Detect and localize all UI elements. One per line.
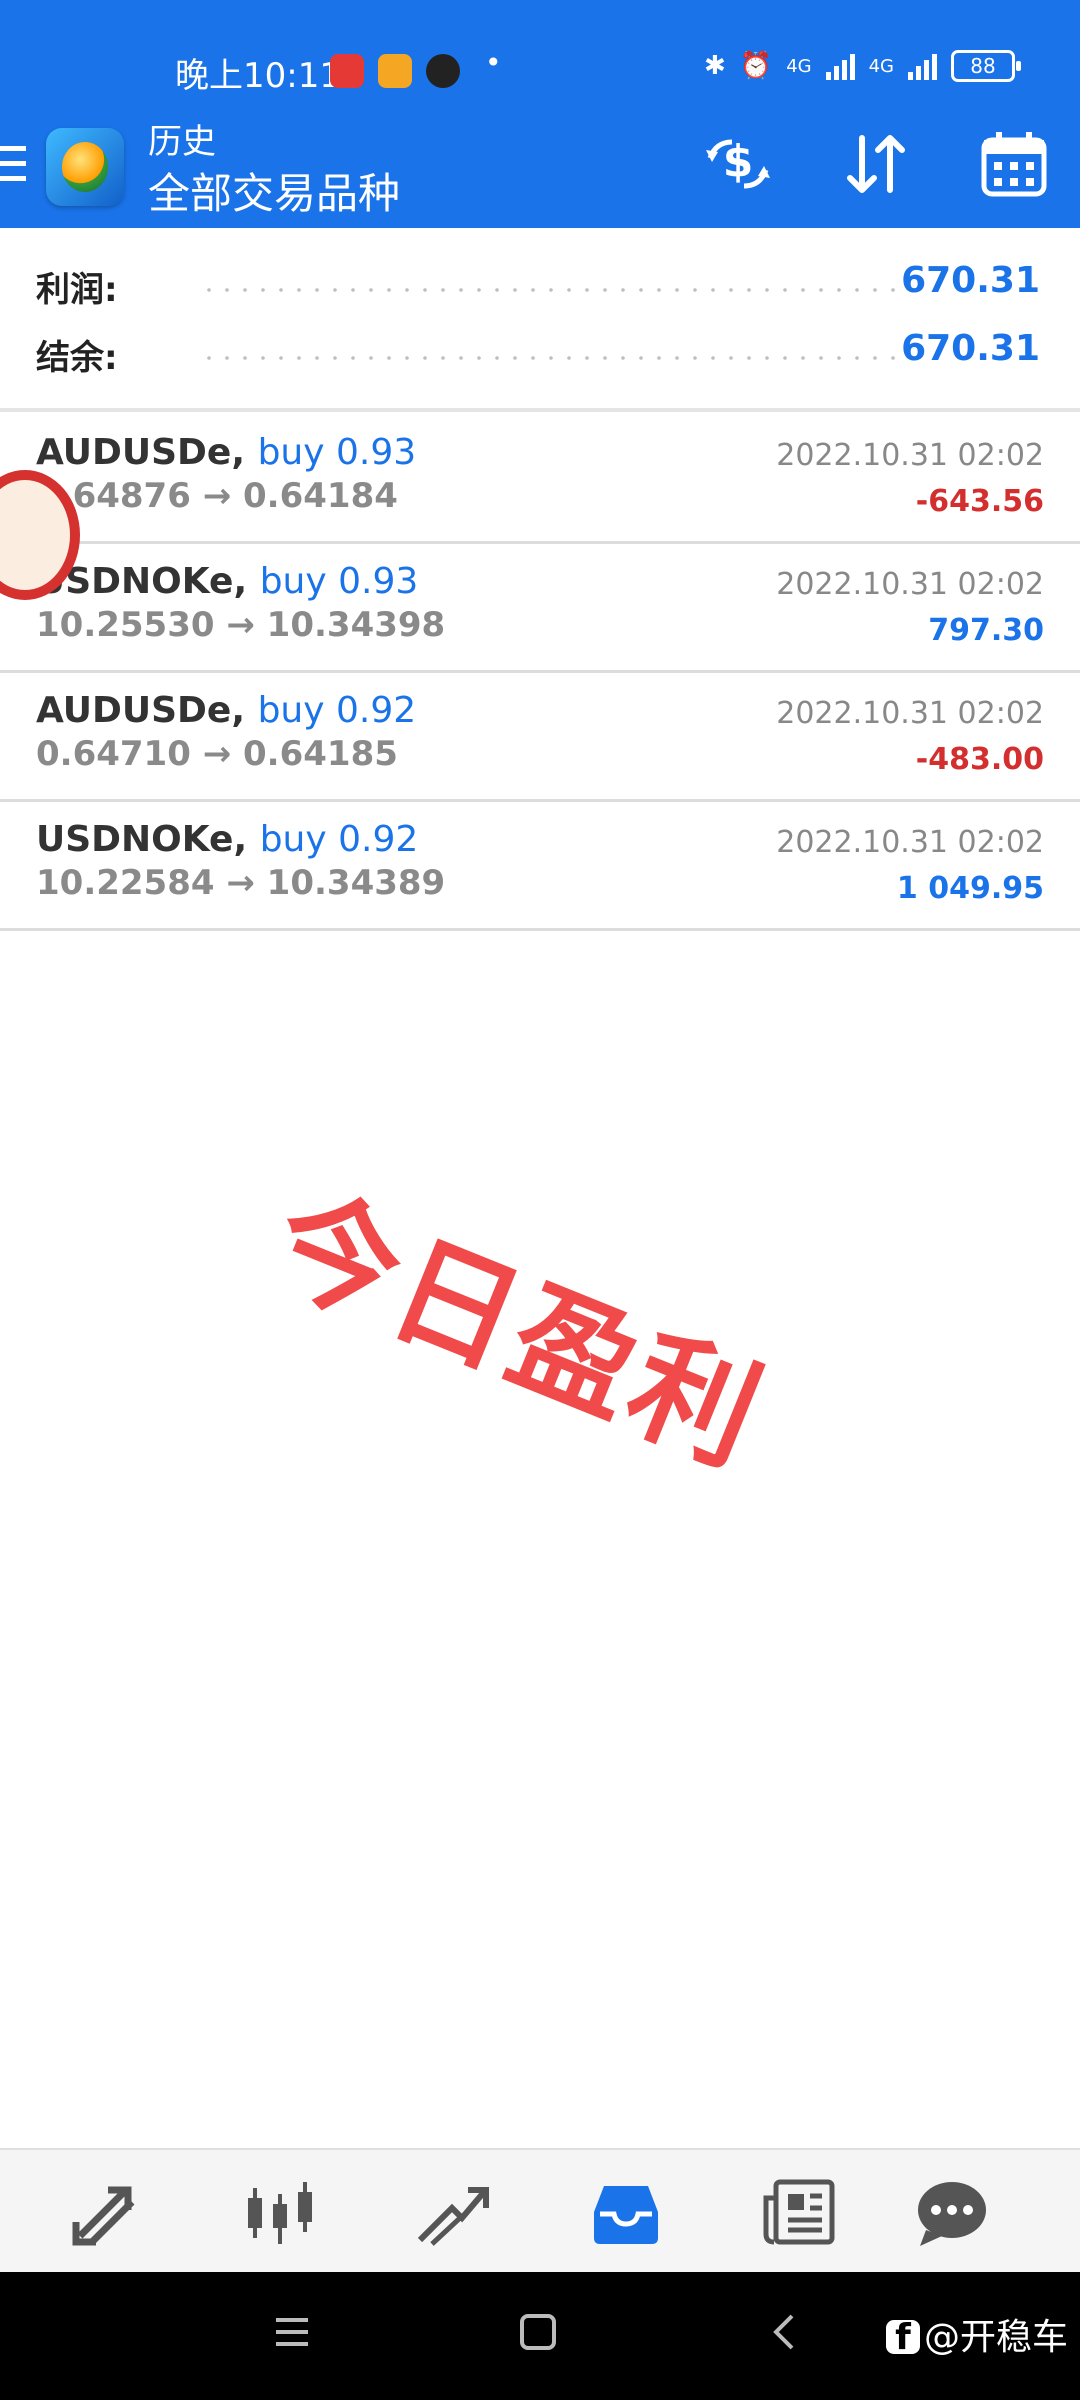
facebook-icon: f <box>885 2320 920 2356</box>
trade-row[interactable]: AUDUSDe, buy 0.93 0.64876 → 0.64184 2022… <box>0 412 1080 544</box>
signal-icon <box>825 52 855 80</box>
back-icon[interactable] <box>764 2312 804 2352</box>
more-notifications-icon: • <box>485 46 502 79</box>
notification-app-icon <box>330 54 364 88</box>
profit-row: 利润: 670.31 <box>0 254 1080 314</box>
trade-time: 2022.10.31 02:02 <box>776 567 1044 602</box>
trade-time: 2022.10.31 02:02 <box>776 825 1044 860</box>
trade-symbol: AUDUSDe, buy 0.92 <box>36 690 417 731</box>
history-icon[interactable] <box>586 2178 666 2248</box>
currency-exchange-icon[interactable]: $ <box>702 128 774 200</box>
menu-icon[interactable] <box>0 146 26 186</box>
battery-icon: 88 <box>951 50 1021 82</box>
trade-symbol: AUDUSDe, buy 0.93 <box>36 432 417 473</box>
alarm-icon: ⏰ <box>739 51 773 81</box>
recent-apps-icon[interactable] <box>272 2312 312 2352</box>
status-indicators: ✱ ⏰ 4G 4G 88 <box>704 50 1021 82</box>
chat-icon[interactable] <box>912 2178 992 2248</box>
notification-app-icon <box>378 54 412 88</box>
sort-icon[interactable] <box>840 128 912 200</box>
profit-value: 670.31 <box>901 260 1040 301</box>
network-type-2: 4G <box>868 55 894 77</box>
app-header: 晚上10:11 • ✱ ⏰ 4G 4G 88 历史 全部交易品种 $ <box>0 0 1080 228</box>
trade-type: buy 0.93 <box>259 561 419 602</box>
chart-icon[interactable] <box>240 2178 320 2248</box>
network-type-1: 4G <box>786 55 812 77</box>
bluetooth-icon: ✱ <box>704 51 726 81</box>
news-icon[interactable] <box>760 2178 840 2248</box>
balance-label: 结余: <box>36 338 118 378</box>
calendar-icon[interactable] <box>978 128 1050 200</box>
trade-prices: 10.22584 → 10.34389 <box>36 863 446 903</box>
trade-prices: 0.64710 → 0.64185 <box>36 734 398 774</box>
trade-profit: -483.00 <box>915 742 1044 777</box>
trade-time: 2022.10.31 02:02 <box>776 696 1044 731</box>
balance-row: 结余: 670.31 <box>0 322 1080 382</box>
page-title: 历史 <box>148 122 216 162</box>
status-bar: 晚上10:11 • ✱ ⏰ 4G 4G 88 <box>0 40 1080 110</box>
trade-icon[interactable] <box>412 2178 492 2248</box>
trade-profit: 797.30 <box>928 613 1044 648</box>
profit-label: 利润: <box>36 270 118 310</box>
signal-icon <box>908 52 937 80</box>
watermark-credit: f @开稳车 <box>885 2308 1068 2360</box>
bottom-navigation <box>0 2148 1080 2274</box>
trade-profit: 1 049.95 <box>896 871 1044 906</box>
trade-profit: -643.56 <box>915 484 1044 519</box>
trade-symbol: USDNOKe, buy 0.93 <box>36 561 419 602</box>
trade-row[interactable]: USDNOKe, buy 0.92 10.22584 → 10.34389 20… <box>0 799 1080 931</box>
dotted-leader <box>200 288 900 292</box>
trade-time: 2022.10.31 02:02 <box>776 438 1044 473</box>
balance-value: 670.31 <box>901 328 1040 369</box>
trade-type: buy 0.92 <box>259 819 419 860</box>
symbol-filter[interactable]: 全部交易品种 <box>148 160 400 221</box>
trade-row[interactable]: USDNOKe, buy 0.93 10.25530 → 10.34398 20… <box>0 541 1080 673</box>
metatrader-logo <box>46 128 124 206</box>
trade-prices: 0.64876 → 0.64184 <box>36 476 398 516</box>
quotes-icon[interactable] <box>68 2178 148 2248</box>
watermark-stamp: 今日盈利 <box>252 1167 782 1494</box>
trade-type: buy 0.92 <box>257 690 417 731</box>
system-navigation-bar: f @开稳车 <box>0 2272 1080 2400</box>
dotted-leader <box>200 356 900 360</box>
trade-type: buy 0.93 <box>257 432 417 473</box>
trade-row[interactable]: AUDUSDe, buy 0.92 0.64710 → 0.64185 2022… <box>0 670 1080 802</box>
trade-symbol: USDNOKe, buy 0.92 <box>36 819 419 860</box>
trade-prices: 10.25530 → 10.34398 <box>36 605 446 645</box>
notification-app-icon <box>426 54 460 88</box>
status-time: 晚上10:11 <box>175 56 341 96</box>
home-icon[interactable] <box>518 2312 558 2352</box>
